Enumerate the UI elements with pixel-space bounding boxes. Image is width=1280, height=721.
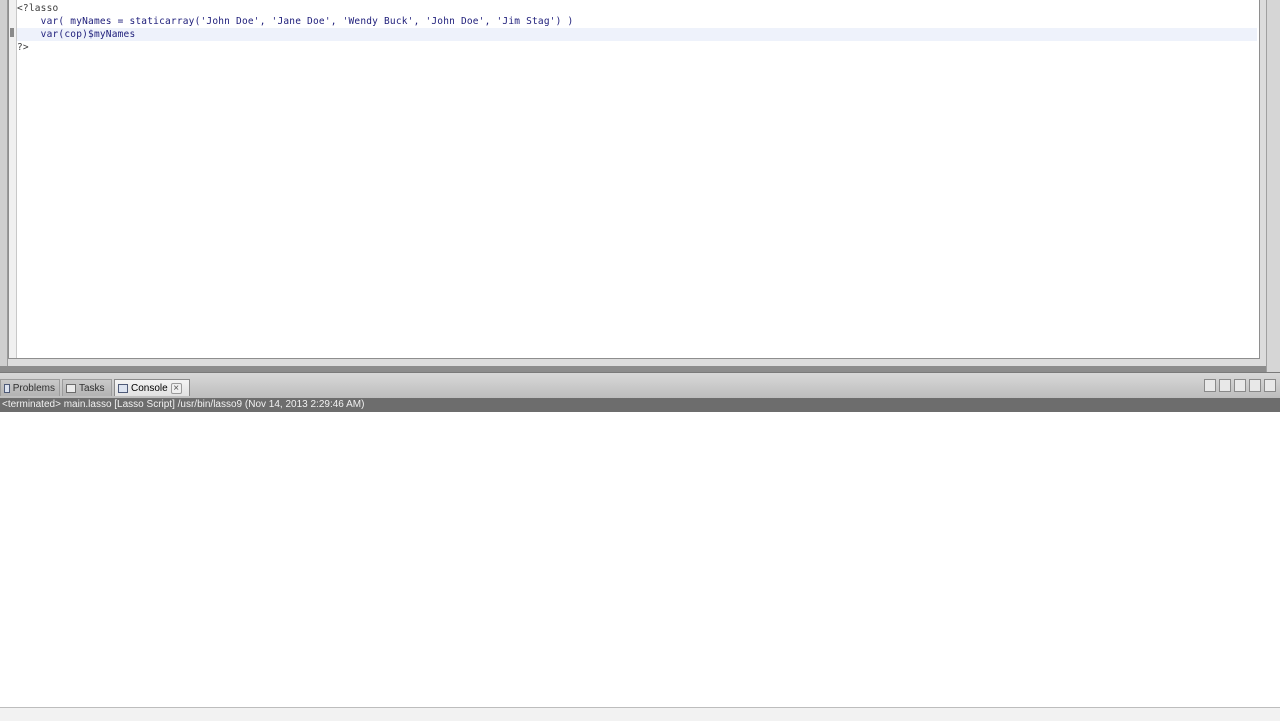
editor-scrollbar[interactable] [1266,0,1280,372]
code-editor[interactable]: <?lasso var( myNames = staticarray('John… [8,0,1260,359]
clear-console-icon[interactable] [1234,379,1246,392]
tab-label: Tasks [79,382,105,394]
code-area[interactable]: <?lasso var( myNames = staticarray('John… [17,2,1257,54]
tab-problems[interactable]: Problems [0,379,60,396]
code-text: ?> [17,42,29,53]
scroll-lock-icon[interactable] [1249,379,1261,392]
tab-console[interactable]: Console × [114,379,190,396]
editor-left-bar [0,0,8,366]
remove-launch-icon[interactable] [1219,379,1231,392]
editor-gutter[interactable] [9,0,17,358]
problems-icon [4,383,10,393]
console-icon [118,383,128,393]
view-toolbar [1204,379,1276,395]
code-text: <?lasso [17,3,59,14]
current-line-marker [10,28,14,37]
code-line-current[interactable]: var(cop)$myNames [17,28,1257,41]
console-output[interactable] [0,412,1280,707]
pin-console-icon[interactable] [1264,379,1276,392]
code-text: var( myNames = staticarray('John Doe', '… [17,16,574,27]
status-bar [0,707,1280,721]
code-line[interactable]: ?> [17,41,1257,54]
console-header: <terminated> main.lasso [Lasso Script] /… [0,398,1280,412]
tasks-icon [66,383,76,393]
close-icon[interactable]: × [170,382,182,394]
tab-label: Problems [12,382,55,394]
view-tab-bar: Problems Tasks Console × [0,372,1280,400]
tab-tasks[interactable]: Tasks [62,379,112,396]
code-line[interactable]: var( myNames = staticarray('John Doe', '… [17,15,1257,28]
terminate-icon[interactable] [1204,379,1216,392]
code-text: var(cop)$myNames [17,29,136,40]
code-line[interactable]: <?lasso [17,2,1257,15]
editor-frame: <?lasso var( myNames = staticarray('John… [0,0,1280,372]
tab-label: Console [131,382,168,394]
